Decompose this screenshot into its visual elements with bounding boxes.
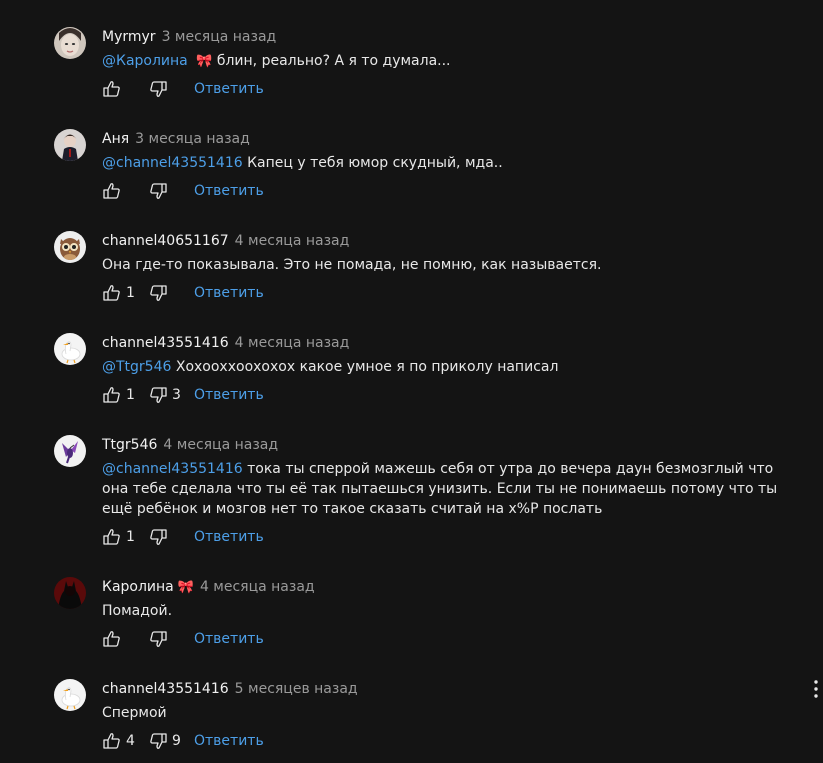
goose-avatar-icon[interactable]: [54, 679, 86, 711]
thumbs-up-icon: [102, 629, 122, 649]
comment-mention[interactable]: @channel43551416: [102, 155, 243, 171]
comment-header: channel43551416 4 месяца назад: [102, 333, 349, 353]
comment-body: Спермой: [102, 705, 167, 721]
comment-text: @channel43551416 Капец у тебя юмор скудн…: [102, 153, 802, 173]
dislike-button[interactable]: [148, 181, 194, 201]
comment-body: блин, реально? А я то думала...: [216, 53, 451, 69]
comment-author[interactable]: channel40651167: [102, 233, 229, 249]
comment-body: Она где-то показывала. Это не помада, не…: [102, 257, 602, 273]
like-button[interactable]: 1: [102, 385, 148, 405]
comment-actions: 1 Ответить: [102, 283, 264, 303]
thumbs-up-icon: [102, 527, 122, 547]
dislike-button[interactable]: [148, 79, 194, 99]
reply-button[interactable]: Ответить: [194, 529, 264, 545]
comment-text: @Ttgr546 Хохоохxоохохох какое умное я по…: [102, 357, 802, 377]
bow-emoji: 🎀: [196, 54, 213, 69]
thumbs-up-icon: [102, 283, 122, 303]
comment-actions: Ответить: [102, 181, 264, 201]
comment-author[interactable]: channel43551416: [102, 335, 229, 351]
like-button[interactable]: [102, 79, 148, 99]
thumbs-up-icon: [102, 385, 122, 405]
hummingbird-avatar-icon[interactable]: [54, 435, 86, 467]
thumbs-up-icon: [102, 79, 122, 99]
comment-body: Хохоохxоохохох какое умное я по приколу …: [175, 359, 559, 375]
thumbs-down-icon: [148, 527, 168, 547]
dislike-count: 9: [172, 733, 181, 749]
like-count: 1: [126, 529, 135, 545]
like-count: 1: [126, 285, 135, 301]
thumbs-down-icon: [148, 283, 168, 303]
comment-actions: 1 3 Ответить: [102, 385, 264, 405]
comment-time[interactable]: 4 месяца назад: [235, 233, 350, 249]
reply-button[interactable]: Ответить: [194, 81, 264, 97]
comment-author[interactable]: Ttgr546: [102, 437, 157, 453]
comment-author[interactable]: Аня: [102, 131, 129, 147]
dislike-button[interactable]: [148, 629, 194, 649]
reply-button[interactable]: Ответить: [194, 183, 264, 199]
bow-emoji: 🎀: [177, 580, 194, 595]
comment-header: channel43551416 5 месяцев назад: [102, 679, 358, 699]
thumbs-down-icon: [148, 181, 168, 201]
dislike-button[interactable]: 9: [148, 731, 194, 751]
comments-list: Myrmyr 3 месяца назад @Каролина 🎀 блин, р…: [0, 0, 823, 763]
owl-avatar-icon[interactable]: [54, 231, 86, 263]
more-options-icon[interactable]: [811, 677, 821, 701]
comment-mention[interactable]: @Каролина: [102, 53, 188, 69]
thumbs-down-icon: [148, 79, 168, 99]
like-button[interactable]: 4: [102, 731, 148, 751]
reply-button[interactable]: Ответить: [194, 387, 264, 403]
thumbs-down-icon: [148, 731, 168, 751]
comment-mention[interactable]: @Ttgr546: [102, 359, 171, 375]
dislike-button[interactable]: [148, 283, 194, 303]
like-button[interactable]: [102, 629, 148, 649]
comment-header: channel40651167 4 месяца назад: [102, 231, 349, 251]
goose-avatar-icon[interactable]: [54, 333, 86, 365]
like-count: 4: [126, 733, 135, 749]
comment-header: Ttgr546 4 месяца назад: [102, 435, 278, 455]
comment-body: Помадой.: [102, 603, 173, 619]
portrait-avatar-icon[interactable]: [54, 27, 86, 59]
reply-button[interactable]: Ответить: [194, 733, 264, 749]
like-button[interactable]: 1: [102, 283, 148, 303]
comment-actions: Ответить: [102, 629, 264, 649]
comment-time[interactable]: 4 месяца назад: [163, 437, 278, 453]
like-button[interactable]: 1: [102, 527, 148, 547]
comment-time[interactable]: 5 месяцев назад: [235, 681, 358, 697]
thumbs-up-icon: [102, 731, 122, 751]
comment-actions: 1 Ответить: [102, 527, 264, 547]
comment-text: Помадой.: [102, 601, 802, 621]
reply-button[interactable]: Ответить: [194, 285, 264, 301]
thumbs-down-icon: [148, 629, 168, 649]
thumbs-down-icon: [148, 385, 168, 405]
comment-time[interactable]: 4 месяца назад: [235, 335, 350, 351]
comment-header: Аня 3 месяца назад: [102, 129, 250, 149]
comment-author[interactable]: channel43551416: [102, 681, 229, 697]
dark-figure-avatar-icon[interactable]: [54, 577, 86, 609]
comment-actions: 4 9 Ответить: [102, 731, 264, 751]
dislike-count: 3: [172, 387, 181, 403]
comment-text: @Каролина 🎀 блин, реально? А я то думала…: [102, 51, 802, 72]
like-button[interactable]: [102, 181, 148, 201]
comment-text: Спермой: [102, 703, 802, 723]
person-avatar-icon[interactable]: [54, 129, 86, 161]
comment-author[interactable]: Каролина: [102, 579, 174, 595]
comment-mention[interactable]: @channel43551416: [102, 461, 243, 477]
comment-body: Капец у тебя юмор скудный, мда..: [247, 155, 503, 171]
comment-time[interactable]: 4 месяца назад: [200, 579, 315, 595]
thumbs-up-icon: [102, 181, 122, 201]
comment-header: Каролина 🎀 4 месяца назад: [102, 577, 315, 597]
comment-text: Она где-то показывала. Это не помада, не…: [102, 255, 802, 275]
comment-author[interactable]: Myrmyr: [102, 29, 156, 45]
comment-text: @channel43551416 тока ты сперрой мажешь …: [102, 459, 802, 519]
reply-button[interactable]: Ответить: [194, 631, 264, 647]
dislike-button[interactable]: 3: [148, 385, 194, 405]
comment-time[interactable]: 3 месяца назад: [162, 29, 277, 45]
comment-time[interactable]: 3 месяца назад: [135, 131, 250, 147]
comment-actions: Ответить: [102, 79, 264, 99]
like-count: 1: [126, 387, 135, 403]
comment-header: Myrmyr 3 месяца назад: [102, 27, 276, 47]
dislike-button[interactable]: [148, 527, 194, 547]
